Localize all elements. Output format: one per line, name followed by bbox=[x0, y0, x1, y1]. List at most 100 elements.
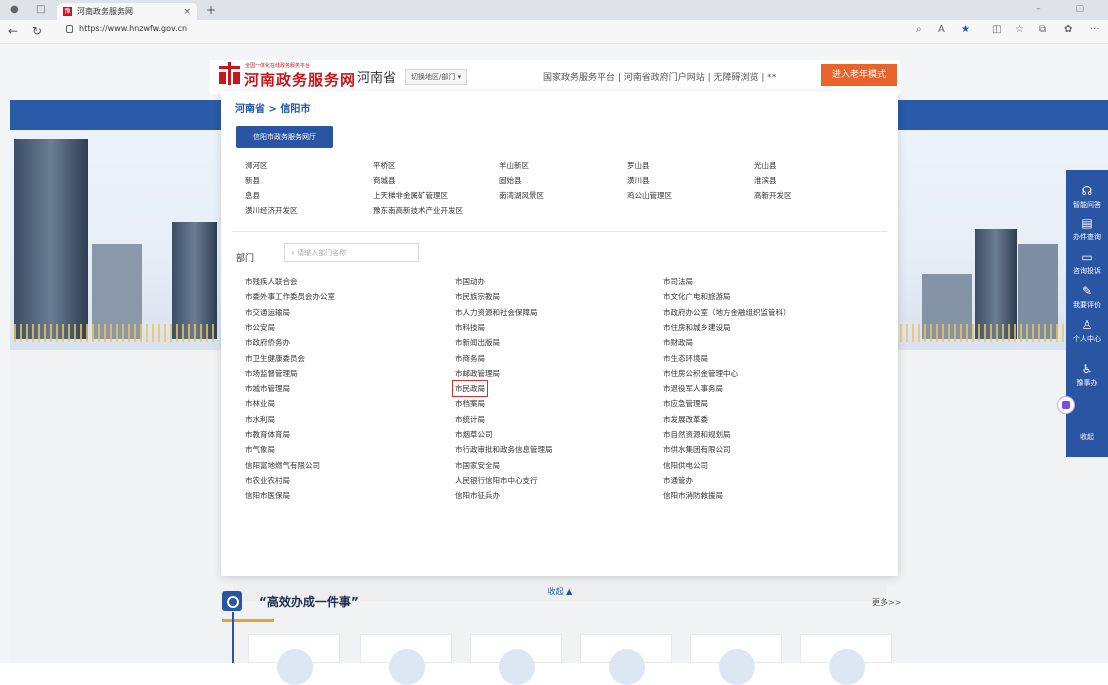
district-link[interactable]: 罗山县 bbox=[627, 160, 650, 171]
department-link[interactable]: 信阳市消防救援局 bbox=[663, 490, 723, 501]
department-link[interactable]: 人民银行信阳市中心支行 bbox=[455, 475, 538, 486]
department-link[interactable]: 市生态环境局 bbox=[663, 353, 708, 364]
department-link[interactable]: 信阳市医保局 bbox=[245, 490, 290, 501]
department-link[interactable]: 市委外事工作委员会办公室 bbox=[245, 291, 335, 302]
chat-assistant-icon[interactable] bbox=[1057, 396, 1075, 414]
district-link[interactable]: 固始县 bbox=[499, 175, 522, 186]
dept-search-input[interactable]: ⌕ 请输入部门名称 bbox=[284, 243, 419, 262]
department-link[interactable]: 市退役军人事务局 bbox=[663, 383, 723, 394]
profile-icon[interactable]: ● bbox=[10, 4, 19, 15]
department-link[interactable]: 市文化广电和旅游局 bbox=[663, 291, 731, 302]
department-link[interactable]: 市卫生健康委员会 bbox=[245, 353, 305, 364]
elderly-mode-button[interactable]: 进入老年模式 bbox=[821, 64, 897, 86]
department-link[interactable]: 市统计局 bbox=[455, 414, 485, 425]
split-screen-icon[interactable]: ◫ bbox=[992, 24, 1001, 35]
sidebar-item[interactable]: ☊ 智能问答 bbox=[1066, 184, 1108, 210]
department-link[interactable]: 市档案局 bbox=[455, 398, 485, 409]
department-link[interactable]: 市新闻出版局 bbox=[455, 337, 500, 348]
department-link[interactable]: 市水利局 bbox=[245, 414, 275, 425]
more-link[interactable]: 更多>> bbox=[872, 597, 901, 608]
district-link[interactable]: 光山县 bbox=[754, 160, 777, 171]
department-link[interactable]: 市气象局 bbox=[245, 444, 275, 455]
department-link[interactable]: 市科技局 bbox=[455, 322, 485, 333]
favorites-icon[interactable]: ☆ bbox=[1015, 24, 1024, 35]
district-link[interactable]: 潢川县 bbox=[627, 175, 650, 186]
department-link[interactable]: 市林业局 bbox=[245, 398, 275, 409]
service-card[interactable] bbox=[248, 634, 340, 685]
sidebar-item[interactable]: ▤ 办件查询 bbox=[1066, 216, 1108, 242]
refresh-icon[interactable]: ↻ bbox=[32, 24, 42, 38]
extensions-icon[interactable]: ✿ bbox=[1064, 24, 1072, 35]
district-link[interactable]: 鸡公山管理区 bbox=[627, 190, 672, 201]
city-hall-button[interactable]: 信阳市政务服务网厅 bbox=[236, 126, 333, 148]
district-link[interactable]: 豫东南高新技术产业开发区 bbox=[373, 205, 463, 216]
department-link[interactable]: 市城市管理局 bbox=[245, 383, 290, 394]
district-link[interactable]: 淮滨县 bbox=[754, 175, 777, 186]
department-link[interactable]: 市通管办 bbox=[663, 475, 693, 486]
service-card[interactable] bbox=[580, 634, 672, 685]
department-link[interactable]: 市自然资源和规划局 bbox=[663, 429, 731, 440]
department-link[interactable]: 市交通运输局 bbox=[245, 307, 290, 318]
service-card[interactable] bbox=[470, 634, 562, 685]
department-link[interactable]: 市教育体育局 bbox=[245, 429, 290, 440]
department-link[interactable]: 信阳市征兵办 bbox=[455, 490, 500, 501]
department-link[interactable]: 市邮政管理局 bbox=[455, 368, 500, 379]
department-link[interactable]: 市场监督管理局 bbox=[245, 368, 298, 379]
district-link[interactable]: 潢川经济开发区 bbox=[245, 205, 298, 216]
department-link[interactable]: 市公安局 bbox=[245, 322, 275, 333]
department-link[interactable]: 市人力资源和社会保障局 bbox=[455, 307, 538, 318]
department-link[interactable]: 市财政局 bbox=[663, 337, 693, 348]
department-link[interactable]: 市政府侨务办 bbox=[245, 337, 290, 348]
district-link[interactable]: 高新开发区 bbox=[754, 190, 792, 201]
sidebar-item[interactable]: ♙ 个人中心 bbox=[1066, 318, 1108, 344]
district-link[interactable]: 商城县 bbox=[373, 175, 396, 186]
read-aloud-icon[interactable]: A bbox=[938, 24, 945, 35]
logo-text[interactable]: 河南政务服务网 bbox=[244, 69, 356, 90]
new-tab-icon[interactable]: + bbox=[206, 3, 216, 17]
district-link[interactable]: 浉河区 bbox=[245, 160, 268, 171]
service-card[interactable] bbox=[800, 634, 892, 685]
department-link[interactable]: 市残疾人联合会 bbox=[245, 276, 298, 287]
back-icon[interactable]: ← bbox=[8, 24, 18, 38]
department-link[interactable]: 市商务局 bbox=[455, 353, 485, 364]
service-card[interactable] bbox=[690, 634, 782, 685]
department-link[interactable]: 市行政审批和政务信息管理局 bbox=[455, 444, 553, 455]
department-link[interactable]: 市政府办公室（地方金融组织监管科） bbox=[663, 307, 791, 318]
department-link[interactable]: 市司法局 bbox=[663, 276, 693, 287]
department-link[interactable]: 市农业农村局 bbox=[245, 475, 290, 486]
district-link[interactable]: 羊山新区 bbox=[499, 160, 529, 171]
reader-icon[interactable]: ⌕ bbox=[916, 24, 922, 35]
department-link[interactable]: 市住房和城乡建设局 bbox=[663, 322, 731, 333]
department-link[interactable]: 市供水集团有限公司 bbox=[663, 444, 731, 455]
department-link[interactable]: 市烟草公司 bbox=[455, 429, 493, 440]
menu-icon[interactable]: ··· bbox=[1090, 24, 1100, 35]
department-link[interactable]: 市应急管理局 bbox=[663, 398, 708, 409]
department-link[interactable]: 市国家安全局 bbox=[455, 460, 500, 471]
tab-actions-icon[interactable]: □ bbox=[36, 4, 45, 15]
url-field[interactable]: https://www.hnzwfw.gov.cn bbox=[66, 24, 187, 33]
browser-tab[interactable]: 豫 河南政务服务网 × bbox=[57, 3, 197, 20]
switch-region-button[interactable]: 切换地区/部门 ▾ bbox=[405, 69, 468, 85]
department-link[interactable]: 市民族宗教局 bbox=[455, 291, 500, 302]
district-link[interactable]: 南湾湖风景区 bbox=[499, 190, 544, 201]
favorite-star-icon[interactable]: ★ bbox=[961, 24, 970, 35]
collections-icon[interactable]: ⧉ bbox=[1039, 24, 1046, 35]
department-link[interactable]: 市住房公积金管理中心 bbox=[663, 368, 738, 379]
department-link[interactable]: 市发展改革委 bbox=[663, 414, 708, 425]
district-link[interactable]: 息县 bbox=[245, 190, 260, 201]
breadcrumb[interactable]: 河南省 > 信阳市 bbox=[235, 100, 310, 115]
service-card[interactable] bbox=[360, 634, 452, 685]
sidebar-item[interactable]: ♿ 豫事办 bbox=[1066, 362, 1108, 388]
close-tab-icon[interactable]: × bbox=[183, 7, 191, 17]
district-link[interactable]: 新县 bbox=[245, 175, 260, 186]
department-link[interactable]: 市国动办 bbox=[455, 276, 485, 287]
window-controls[interactable]: – ▢ bbox=[1036, 4, 1100, 14]
top-links[interactable]: 国家政务服务平台 | 河南省政府门户网站 | 无障碍浏览 | ** bbox=[543, 70, 776, 83]
district-link[interactable]: 平桥区 bbox=[373, 160, 396, 171]
sidebar-item[interactable]: ✎ 我要评价 bbox=[1066, 284, 1108, 310]
department-link[interactable]: 信阳供电公司 bbox=[663, 460, 708, 471]
department-link[interactable]: 市民政局 bbox=[452, 380, 488, 398]
sidebar-item[interactable]: ▭ 咨询投诉 bbox=[1066, 250, 1108, 276]
department-link[interactable]: 信阳富地燃气有限公司 bbox=[245, 460, 320, 471]
sidebar-item[interactable]: 收起 bbox=[1066, 432, 1108, 442]
